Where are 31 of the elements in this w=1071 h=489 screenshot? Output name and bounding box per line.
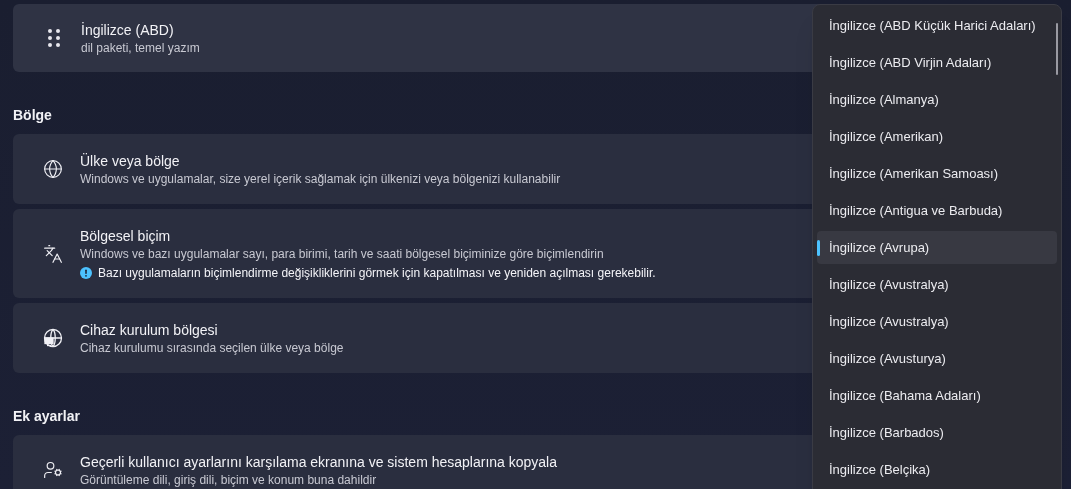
globe-icon xyxy=(43,159,63,179)
globe-monitor-icon xyxy=(43,328,63,348)
notice-text: Bazı uygulamaların biçimlendirme değişikliklerini görmek için kapatılması ve yeniden açılması gerekebilir. xyxy=(98,265,656,281)
language-description: dil paketi, temel yazım xyxy=(81,40,200,56)
dropdown-option[interactable]: İngilizce (Bahama Adaları) xyxy=(817,379,1057,412)
users-gear-icon xyxy=(43,460,63,480)
dropdown-option[interactable]: İngilizce (ABD Küçük Harici Adaları) xyxy=(817,9,1057,42)
section-heading: Ek ayarlar xyxy=(13,407,81,426)
setting-title: Cihaz kurulum bölgesi xyxy=(80,321,219,340)
grip-dots-icon xyxy=(48,29,60,47)
setting-title: Bölgesel biçim xyxy=(80,227,172,246)
scrollbar-thumb[interactable] xyxy=(1056,23,1058,75)
setting-description: Windows ve bazı uygulamalar sayı, para birimi, tarih ve saati bölgesel biçiminize göre biçimlendirin xyxy=(80,246,605,262)
setting-title: Ülke veya bölge xyxy=(80,152,181,171)
info-icon xyxy=(80,267,92,279)
dropdown-option[interactable]: İngilizce (Avustralya) xyxy=(817,305,1057,338)
selection-indicator xyxy=(817,240,820,256)
dropdown-option[interactable]: İngilizce (Barbados) xyxy=(817,416,1057,449)
translate-icon xyxy=(43,243,63,264)
dropdown-option[interactable]: İngilizce (Belçika) xyxy=(817,453,1057,486)
setting-description: Cihaz kurulumu sırasında seçilen ülke veya bölge xyxy=(80,340,344,356)
dropdown-option[interactable]: İngilizce (Avustralya) xyxy=(817,268,1057,301)
dropdown-option[interactable]: İngilizce (Avrupa) xyxy=(817,231,1057,264)
language-title: İngilizce (ABD) xyxy=(81,21,175,40)
section-heading: Bölge xyxy=(13,106,53,125)
setting-title: Geçerli kullanıcı ayarlarını karşılama ekranına ve sistem hesaplarına kopyala xyxy=(80,453,557,472)
setting-description: Görüntüleme dili, giriş dili, biçim ve konum buna dahildir xyxy=(80,472,378,488)
dropdown-option[interactable]: İngilizce (Amerikan Samoası) xyxy=(817,157,1057,190)
dropdown-option[interactable]: İngilizce (Almanya) xyxy=(817,83,1057,116)
dropdown-option[interactable]: İngilizce (Avusturya) xyxy=(817,342,1057,375)
setting-description: Windows ve uygulamalar, size yerel içerik sağlamak için ülkenizi veya bölgenizi kullanabilir xyxy=(80,171,561,187)
